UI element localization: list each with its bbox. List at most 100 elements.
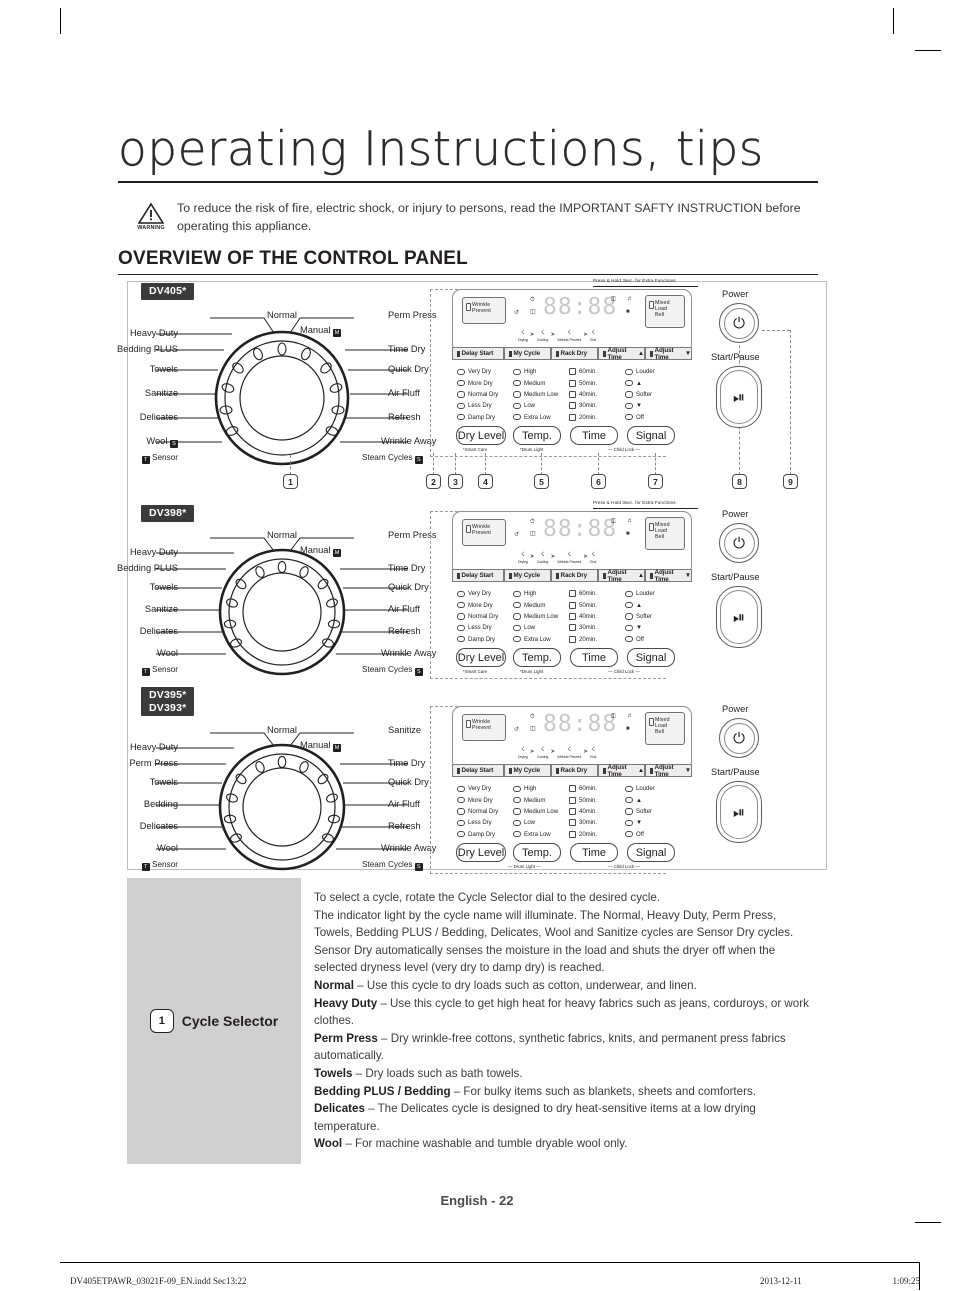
option-item[interactable]: Very Dry [457, 588, 513, 599]
signal-button[interactable]: Signal [627, 648, 675, 667]
mixed-load-bell-button[interactable]: Mixed Load Bell [645, 517, 685, 550]
option-item[interactable]: Less Dry [457, 400, 513, 411]
option-item[interactable]: 40min. [569, 806, 625, 817]
option-item[interactable]: Softer [625, 806, 681, 817]
option-item[interactable]: 30min. [569, 817, 625, 828]
option-item[interactable]: Softer [625, 389, 681, 400]
progress-indicators: ☇ Drying ➤ ☇ Cooling ➤ ☇ Wrinkle Prevent ➤ … [518, 552, 596, 564]
option-item[interactable]: Louder [625, 366, 681, 377]
option-item[interactable]: 40min. [569, 611, 625, 622]
my-cycle-button[interactable]: My Cycle [504, 569, 551, 582]
option-item[interactable]: Low [513, 622, 569, 633]
option-item[interactable]: 20min. [569, 412, 625, 423]
start-pause-button-3[interactable]: ⏯ [716, 781, 762, 843]
option-item[interactable]: Low [513, 400, 569, 411]
option-item[interactable]: Louder [625, 588, 681, 599]
rack-dry-button[interactable]: Rack Dry [551, 764, 598, 777]
option-item[interactable]: Low [513, 817, 569, 828]
my-cycle-button[interactable]: My Cycle [504, 347, 551, 360]
start-pause-button-2[interactable]: ⏯ [716, 586, 762, 648]
option-item[interactable]: High [513, 783, 569, 794]
option-item[interactable]: More Dry [457, 599, 513, 610]
dry-level-button[interactable]: Dry Level [456, 843, 506, 862]
option-item[interactable]: 20min. [569, 634, 625, 645]
option-item[interactable]: Softer [625, 611, 681, 622]
option-item[interactable]: 60min. [569, 783, 625, 794]
option-item[interactable]: Medium Low [513, 389, 569, 400]
option-item[interactable]: Very Dry [457, 783, 513, 794]
signal-button[interactable]: Signal [627, 843, 675, 862]
wrinkle-prevent-button[interactable]: Wrinkle Prevent [462, 714, 506, 741]
option-item[interactable]: Off [625, 634, 681, 645]
start-pause-button-1[interactable]: ⏯ [716, 366, 762, 428]
option-item[interactable]: ▼ [625, 400, 681, 411]
option-item[interactable]: Normal Dry [457, 389, 513, 400]
adjust-time-down-button[interactable]: Adjust Time ▼ [645, 347, 692, 361]
option-item[interactable]: 50min. [569, 794, 625, 805]
delay-start-button[interactable]: Delay Start [452, 347, 504, 360]
signal-button[interactable]: Signal [627, 426, 675, 445]
option-item[interactable]: Damp Dry [457, 829, 513, 840]
adjust-time-down-button[interactable]: Adjust Time ▼ [645, 764, 692, 778]
rack-dry-button[interactable]: Rack Dry [551, 347, 598, 360]
mixed-load-bell-button[interactable]: Mixed Load Bell [645, 295, 685, 328]
option-item[interactable]: 60min. [569, 588, 625, 599]
adjust-time-up-button[interactable]: Adjust Time ▲ [598, 569, 645, 583]
option-item[interactable]: Less Dry [457, 622, 513, 633]
option-item[interactable]: Extra Low [513, 412, 569, 423]
temp-button[interactable]: Temp. [513, 648, 561, 667]
option-item[interactable]: High [513, 588, 569, 599]
mixed-load-bell-button[interactable]: Mixed Load Bell [645, 712, 685, 745]
option-item[interactable]: Extra Low [513, 634, 569, 645]
option-item[interactable]: 40min. [569, 389, 625, 400]
option-item[interactable]: ▲ [625, 794, 681, 805]
option-item[interactable]: 30min. [569, 400, 625, 411]
option-item[interactable]: Medium [513, 377, 569, 388]
time-button[interactable]: Time [570, 426, 618, 445]
option-item[interactable]: Medium Low [513, 611, 569, 622]
option-item[interactable]: More Dry [457, 794, 513, 805]
option-item[interactable]: Very Dry [457, 366, 513, 377]
option-item[interactable]: Medium [513, 794, 569, 805]
wrinkle-prevent-button[interactable]: Wrinkle Prevent [462, 519, 506, 546]
adjust-time-up-button[interactable]: Adjust Time ▲ [598, 347, 645, 361]
option-item[interactable]: 50min. [569, 599, 625, 610]
option-item[interactable]: More Dry [457, 377, 513, 388]
option-item[interactable]: Off [625, 412, 681, 423]
adjust-time-up-button[interactable]: Adjust Time ▲ [598, 764, 645, 778]
option-item[interactable]: Less Dry [457, 817, 513, 828]
option-item[interactable]: Damp Dry [457, 412, 513, 423]
time-button[interactable]: Time [570, 648, 618, 667]
option-item[interactable]: High [513, 366, 569, 377]
power-button-2[interactable]: ⏻ [719, 523, 759, 563]
option-item[interactable]: ▼ [625, 817, 681, 828]
my-cycle-button[interactable]: My Cycle [504, 764, 551, 777]
wrinkle-prevent-button[interactable]: Wrinkle Prevent [462, 297, 506, 324]
time-button[interactable]: Time [570, 843, 618, 862]
dry-level-button[interactable]: Dry Level [456, 648, 506, 667]
power-button-3[interactable]: ⏻ [719, 718, 759, 758]
temp-button[interactable]: Temp. [513, 426, 561, 445]
option-item[interactable]: Louder [625, 783, 681, 794]
delay-start-button[interactable]: Delay Start [452, 764, 504, 777]
option-item[interactable]: Normal Dry [457, 611, 513, 622]
option-item[interactable]: ▼ [625, 622, 681, 633]
power-button-1[interactable]: ⏻ [719, 303, 759, 343]
option-item[interactable]: Medium Low [513, 806, 569, 817]
option-item[interactable]: 20min. [569, 829, 625, 840]
rack-dry-button[interactable]: Rack Dry [551, 569, 598, 582]
option-item[interactable]: ▲ [625, 599, 681, 610]
option-item[interactable]: Extra Low [513, 829, 569, 840]
option-item[interactable]: Damp Dry [457, 634, 513, 645]
option-item[interactable]: 50min. [569, 377, 625, 388]
option-item[interactable]: ▲ [625, 377, 681, 388]
temp-button[interactable]: Temp. [513, 843, 561, 862]
option-item[interactable]: 30min. [569, 622, 625, 633]
option-item[interactable]: Normal Dry [457, 806, 513, 817]
adjust-time-down-button[interactable]: Adjust Time ▼ [645, 569, 692, 583]
delay-start-button[interactable]: Delay Start [452, 569, 504, 582]
option-item[interactable]: Medium [513, 599, 569, 610]
dry-level-button[interactable]: Dry Level [456, 426, 506, 445]
option-item[interactable]: 60min. [569, 366, 625, 377]
option-item[interactable]: Off [625, 829, 681, 840]
